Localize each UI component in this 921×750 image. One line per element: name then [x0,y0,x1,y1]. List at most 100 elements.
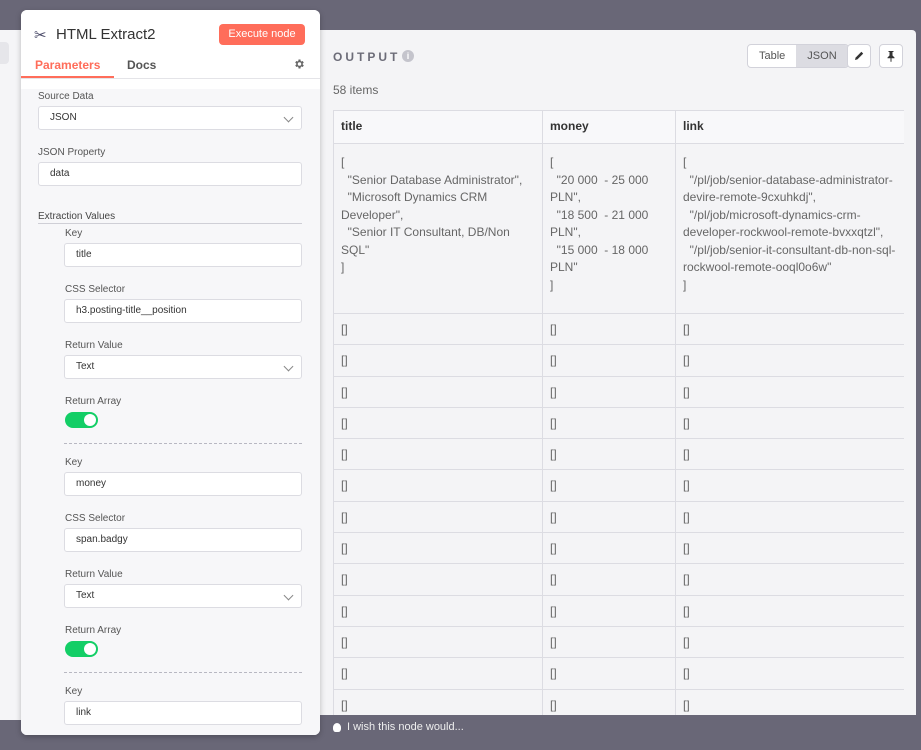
cell-link: [] [675,406,904,440]
cell-link: [] [675,375,904,408]
cell-line: [ [683,155,687,169]
source-data-select[interactable]: JSON [38,106,302,130]
css-selector-input[interactable]: span.badgy [64,528,302,552]
cell-link: [] [675,312,904,346]
pin-icon [887,51,895,62]
table-row: [][][] [333,438,904,471]
cell-line: [ [550,155,554,169]
css-selector-input[interactable]: h3.posting-title__position [64,299,302,323]
input-panel-tab[interactable] [0,42,9,64]
cell-title: [] [333,312,543,346]
cell-money: [] [542,688,676,715]
extraction-values-label: Extraction Values [38,211,116,222]
cell-link: [] [675,438,904,471]
table-row: [ "Senior Database Administrator", "Micr… [333,143,904,314]
edit-output-button[interactable] [847,44,871,68]
column-header-title[interactable]: title [333,110,543,144]
view-table-button[interactable]: Table [748,45,796,67]
column-header-link[interactable]: link [675,110,904,144]
cell-link: [ "/pl/job/senior-database-administrator… [675,143,904,314]
cell-money: [] [542,625,676,659]
cell-title: [] [333,532,543,565]
css-selector-label: CSS Selector [65,284,126,295]
chevron-down-icon [283,361,294,372]
return-value-select[interactable]: Text [64,584,302,608]
cell-link: [] [675,563,904,596]
table-row: [][][] [333,469,904,502]
tab-docs[interactable]: Docs [127,58,156,72]
output-panel: OUTPUT i 58 items Table JSON title money… [320,30,916,715]
cell-link: [] [675,500,904,534]
return-value-value: Text [76,590,95,601]
cell-line: "20 000 - 25 000 PLN", [550,172,652,205]
scissors-icon: ✂ [34,27,47,44]
key-input[interactable]: money [64,472,302,496]
cell-line: "Senior Database Administrator", [341,172,523,187]
cell-link: [] [675,594,904,627]
return-array-toggle[interactable] [65,412,98,428]
cell-line: ] [550,277,554,292]
feedback-link[interactable]: I wish this node would... [333,721,464,733]
cell-title: [] [333,344,543,377]
info-icon[interactable]: i [402,50,414,62]
json-property-label: JSON Property [38,147,106,158]
cell-link: [] [675,688,904,715]
cell-line: [ [341,155,345,169]
return-value-label: Return Value [65,340,123,351]
return-array-toggle[interactable] [65,641,98,657]
css-selector-label: CSS Selector [65,513,126,524]
panel-body: Source Data JSON JSON Property data Extr… [21,89,320,735]
cell-money: [] [542,312,676,346]
key-label: Key [65,228,83,239]
chevron-down-icon [283,590,294,601]
source-data-value: JSON [50,112,77,123]
cell-line: "Senior IT Consultant, DB/Non SQL" [341,225,514,257]
column-header-money[interactable]: money [542,110,676,144]
gear-icon[interactable] [293,58,305,70]
cell-link: [] [675,657,904,690]
execute-node-button[interactable]: Execute node [219,24,305,45]
cell-title: [] [333,625,543,659]
table-row: [][][] [333,375,904,408]
pin-data-button[interactable] [879,44,903,68]
cell-money: [] [542,594,676,627]
table-header-row: title money link [333,110,904,144]
cell-line: "/pl/job/senior-database-administrator-d… [683,172,893,205]
cell-line: "15 000 - 18 000 PLN" [550,242,652,275]
cell-title: [] [333,594,543,627]
cell-title: [] [333,469,543,502]
cell-title: [] [333,500,543,534]
cell-title: [ "Senior Database Administrator", "Micr… [333,143,543,314]
key-input[interactable]: link [64,701,302,725]
pencil-icon [855,51,864,60]
table-row: [][][] [333,312,904,346]
cell-money: [] [542,438,676,471]
cell-line: ] [683,277,687,292]
output-table-wrap[interactable]: title money link [ "Senior Database Admi… [333,110,904,715]
source-data-label: Source Data [38,91,94,102]
active-tab-indicator [21,76,114,78]
return-value-select[interactable]: Text [64,355,302,379]
section-divider [38,223,302,224]
table-row: [][][] [333,594,904,627]
lightbulb-icon [333,722,341,732]
cell-title: [] [333,657,543,690]
table-row: [][][] [333,532,904,565]
key-label: Key [65,686,83,697]
cell-link: [] [675,625,904,659]
view-json-button[interactable]: JSON [796,45,848,67]
cell-title: [] [333,406,543,440]
cell-line: "/pl/job/senior-it-consultant-db-non-sql… [683,242,896,275]
key-input[interactable]: title [64,243,302,267]
table-row: [][][] [333,657,904,690]
json-property-input[interactable]: data [38,162,302,186]
return-array-label: Return Array [65,625,122,636]
return-value-value: Text [76,361,95,372]
table-row: [][][] [333,688,904,715]
table-row: [][][] [333,344,904,377]
tab-parameters[interactable]: Parameters [35,58,100,72]
cell-link: [] [675,532,904,565]
output-title: OUTPUT [333,50,401,64]
item-count: 58 items [333,83,379,97]
node-title[interactable]: HTML Extract2 [56,26,155,43]
